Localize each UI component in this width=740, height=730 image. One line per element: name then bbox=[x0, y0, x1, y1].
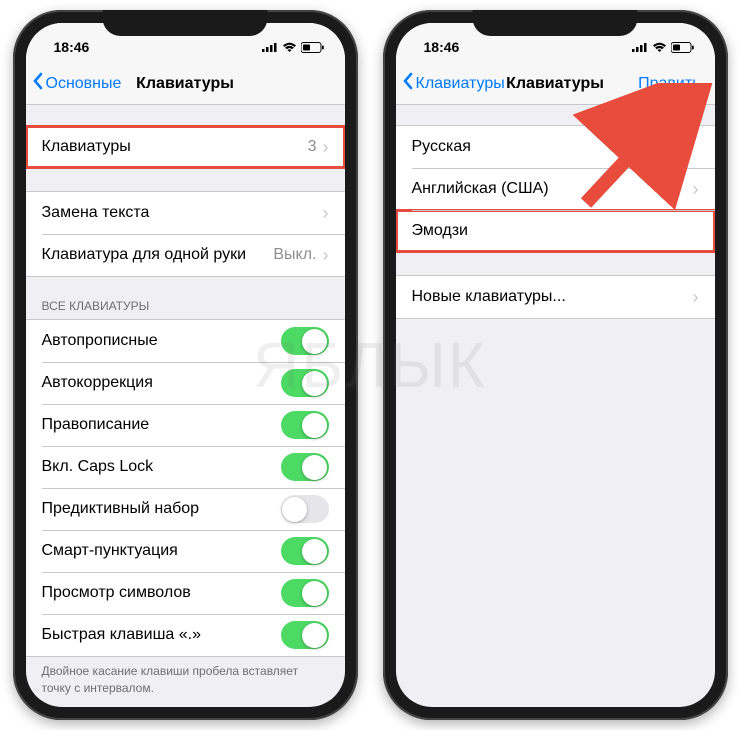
status-right bbox=[262, 42, 325, 53]
content-left[interactable]: Клавиатуры 3 › Замена текста › Клавиатур… bbox=[26, 105, 345, 707]
row-label: Смарт-пунктуация bbox=[42, 542, 281, 560]
row-add-keyboard[interactable]: Новые клавиатуры... › bbox=[396, 276, 715, 318]
row-label: Автопрописные bbox=[42, 332, 281, 350]
row-keyboard-1[interactable]: Английская (США)› bbox=[396, 168, 715, 210]
row-text-replacement[interactable]: Замена текста › bbox=[26, 192, 345, 234]
screen-left: 18:46 Основные Клавиатуры Клавиатуры 3 bbox=[26, 23, 345, 707]
chevron-right-icon: › bbox=[693, 179, 699, 200]
toggle-switch[interactable] bbox=[281, 453, 329, 481]
row-label: Новые клавиатуры... bbox=[412, 288, 693, 306]
phone-left: 18:46 Основные Клавиатуры Клавиатуры 3 bbox=[13, 10, 358, 720]
row-label: Клавиатуры bbox=[42, 138, 308, 156]
row-label: Вкл. Caps Lock bbox=[42, 458, 281, 476]
phone-right: 18:46 Клавиатуры Клавиатуры Править Русс… bbox=[383, 10, 728, 720]
row-label: Предиктивный набор bbox=[42, 500, 281, 518]
row-toggle-3: Вкл. Caps Lock bbox=[26, 446, 345, 488]
row-keyboard-0[interactable]: Русская bbox=[396, 126, 715, 168]
toggle-switch[interactable] bbox=[281, 537, 329, 565]
row-toggle-2: Правописание bbox=[26, 404, 345, 446]
row-toggle-7: Быстрая клавиша «.» bbox=[26, 614, 345, 656]
row-label: Быстрая клавиша «.» bbox=[42, 626, 281, 644]
nav-bar: Клавиатуры Клавиатуры Править bbox=[396, 63, 715, 105]
chevron-right-icon: › bbox=[323, 203, 329, 224]
nav-back-label: Клавиатуры bbox=[416, 75, 505, 93]
toggle-switch[interactable] bbox=[281, 327, 329, 355]
signal-icon bbox=[262, 42, 278, 52]
wifi-icon bbox=[282, 42, 297, 53]
row-label: Автокоррекция bbox=[42, 374, 281, 392]
row-label: Клавиатура для одной руки bbox=[42, 246, 274, 264]
content-right[interactable]: РусскаяАнглийская (США)›Эмодзи Новые кла… bbox=[396, 105, 715, 707]
chevron-left-icon bbox=[32, 72, 44, 95]
row-toggle-0: Автопрописные bbox=[26, 320, 345, 362]
chevron-right-icon: › bbox=[323, 137, 329, 158]
footer-doubletap: Двойное касание клавиши пробела вставляе… bbox=[26, 657, 345, 697]
screen-right: 18:46 Клавиатуры Клавиатуры Править Русс… bbox=[396, 23, 715, 707]
row-toggle-1: Автокоррекция bbox=[26, 362, 345, 404]
chevron-right-icon: › bbox=[323, 245, 329, 266]
nav-back-label: Основные bbox=[46, 75, 122, 93]
status-time: 18:46 bbox=[424, 39, 460, 55]
battery-icon bbox=[301, 42, 325, 53]
nav-edit-button[interactable]: Править bbox=[638, 75, 708, 93]
nav-bar: Основные Клавиатуры bbox=[26, 63, 345, 105]
row-toggle-4: Предиктивный набор bbox=[26, 488, 345, 530]
toggle-switch[interactable] bbox=[281, 495, 329, 523]
toggle-switch[interactable] bbox=[281, 369, 329, 397]
row-label: Русская bbox=[412, 138, 699, 156]
signal-icon bbox=[632, 42, 648, 52]
nav-title: Клавиатуры bbox=[136, 75, 234, 93]
row-one-hand[interactable]: Клавиатура для одной руки Выкл. › bbox=[26, 234, 345, 276]
notch bbox=[473, 10, 638, 36]
row-toggle-6: Просмотр символов bbox=[26, 572, 345, 614]
nav-back-button[interactable]: Клавиатуры bbox=[402, 72, 505, 95]
row-label: Эмодзи bbox=[412, 222, 699, 240]
toggle-switch[interactable] bbox=[281, 579, 329, 607]
status-right bbox=[632, 42, 695, 53]
section-header-all-keyboards: ВСЕ КЛАВИАТУРЫ bbox=[26, 299, 345, 319]
toggle-switch[interactable] bbox=[281, 411, 329, 439]
row-label: Замена текста bbox=[42, 204, 323, 222]
row-detail: 3 bbox=[308, 138, 317, 156]
nav-title: Клавиатуры bbox=[506, 75, 604, 93]
status-time: 18:46 bbox=[54, 39, 90, 55]
row-keyboards[interactable]: Клавиатуры 3 › bbox=[26, 126, 345, 168]
chevron-left-icon bbox=[402, 72, 414, 95]
battery-icon bbox=[671, 42, 695, 53]
toggle-switch[interactable] bbox=[281, 621, 329, 649]
row-label: Английская (США) bbox=[412, 180, 693, 198]
nav-back-button[interactable]: Основные bbox=[32, 72, 122, 95]
row-detail: Выкл. bbox=[273, 246, 316, 264]
wifi-icon bbox=[652, 42, 667, 53]
notch bbox=[103, 10, 268, 36]
row-label: Просмотр символов bbox=[42, 584, 281, 602]
chevron-right-icon: › bbox=[693, 287, 699, 308]
row-keyboard-2[interactable]: Эмодзи bbox=[396, 210, 715, 252]
row-toggle-5: Смарт-пунктуация bbox=[26, 530, 345, 572]
row-label: Правописание bbox=[42, 416, 281, 434]
